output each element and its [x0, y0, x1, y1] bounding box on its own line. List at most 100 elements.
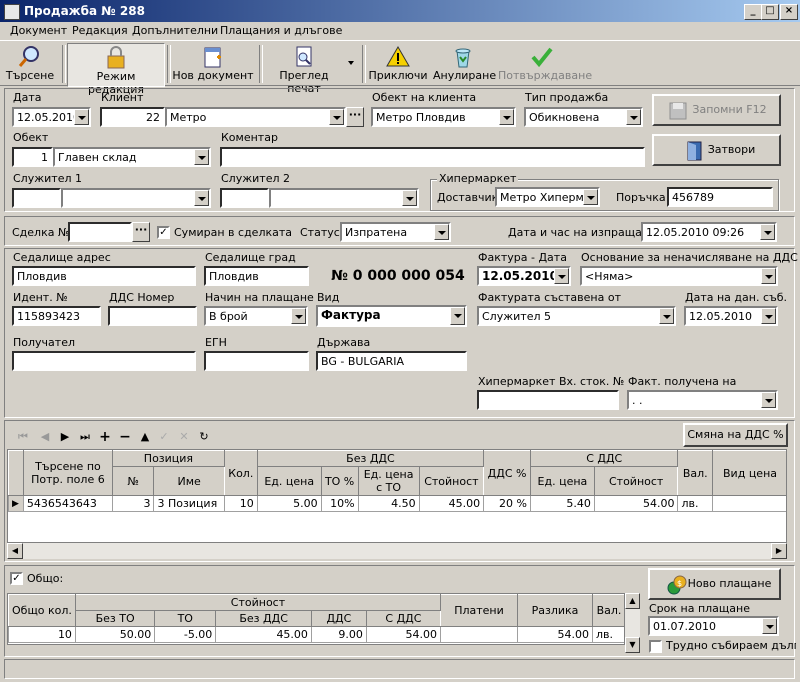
- invoice-date-select[interactable]: 12.05.2010: [477, 266, 571, 286]
- chevron-down-icon[interactable]: [194, 149, 209, 165]
- object-id-input[interactable]: 1: [12, 147, 53, 167]
- deal-input[interactable]: [68, 222, 132, 242]
- employee2-select[interactable]: [269, 188, 419, 208]
- new-payment-button[interactable]: $ Ново плащане: [648, 568, 781, 600]
- col-value[interactable]: Стойност: [418, 466, 485, 496]
- finish-button[interactable]: Приключи: [368, 43, 428, 85]
- col-value2[interactable]: Стойност: [593, 466, 679, 496]
- date-select[interactable]: 12.05.2010: [12, 107, 91, 127]
- col-qty[interactable]: Кол.: [223, 450, 258, 496]
- col-total-vat[interactable]: ДДС: [310, 610, 367, 627]
- col-with-vat[interactable]: С ДДС: [529, 450, 679, 467]
- scroll-down-icon[interactable]: ▼: [625, 637, 640, 653]
- col-unit-price2[interactable]: Ед. цена: [529, 466, 595, 496]
- post-row-icon[interactable]: ✓: [157, 430, 171, 444]
- chevron-down-icon[interactable]: [583, 189, 598, 205]
- cell-code[interactable]: 5436543643: [22, 495, 113, 512]
- new-document-button[interactable]: Нов документ: [172, 43, 254, 85]
- employee1-select[interactable]: [61, 188, 211, 208]
- client-id-input[interactable]: 22: [100, 107, 165, 127]
- cell-name[interactable]: 3 Позиция: [153, 495, 225, 512]
- chevron-down-icon[interactable]: [760, 224, 775, 240]
- cell-to-pct[interactable]: 10%: [320, 495, 359, 512]
- menu-payments[interactable]: Плащания и длъгове: [220, 24, 342, 37]
- col-to[interactable]: ТО: [154, 610, 217, 627]
- delete-row-icon[interactable]: −: [118, 430, 132, 444]
- cell-no[interactable]: 3: [111, 495, 155, 512]
- type-select[interactable]: Фактура: [316, 305, 467, 327]
- payment-select[interactable]: В брой: [204, 306, 308, 326]
- hard-debt-checkbox[interactable]: [649, 640, 662, 653]
- chevron-down-icon[interactable]: [554, 268, 569, 284]
- ident-input[interactable]: 115893423: [12, 306, 101, 326]
- egn-input[interactable]: [204, 351, 309, 371]
- col-total-qty[interactable]: Общо кол.: [8, 594, 76, 627]
- scroll-right-icon[interactable]: ▶: [771, 543, 787, 559]
- chevron-down-icon[interactable]: [194, 190, 209, 206]
- cancel-sale-button[interactable]: Анулиране: [433, 43, 496, 85]
- add-row-icon[interactable]: +: [98, 430, 112, 444]
- search-tool-button[interactable]: Търсене: [4, 43, 56, 85]
- hq-city-input[interactable]: Пловдив: [204, 266, 309, 286]
- cell-value2[interactable]: 54.00: [593, 495, 679, 512]
- cell-price-type[interactable]: [712, 495, 786, 512]
- due-select[interactable]: 01.07.2010: [648, 616, 779, 636]
- cell-unit-price[interactable]: 5.00: [256, 495, 322, 512]
- col-to-pct[interactable]: ТО %: [320, 466, 359, 496]
- first-record-icon[interactable]: ⏮: [16, 430, 30, 444]
- next-record-icon[interactable]: ▶: [58, 430, 72, 444]
- col-total-currency[interactable]: Вал.: [592, 594, 624, 627]
- comment-input[interactable]: [220, 147, 645, 167]
- col-currency[interactable]: Вал.: [677, 450, 714, 496]
- cell-vat-pct[interactable]: 20 %: [483, 495, 531, 512]
- chevron-down-icon[interactable]: [659, 308, 674, 324]
- received-select[interactable]: . .: [627, 390, 778, 410]
- cell-qty[interactable]: 10: [223, 495, 258, 512]
- total-checkbox[interactable]: ✓: [10, 572, 23, 585]
- recipient-input[interactable]: [12, 351, 196, 371]
- refresh-icon[interactable]: ↻: [197, 430, 211, 444]
- chevron-down-icon[interactable]: [761, 308, 776, 324]
- chevron-down-icon[interactable]: [761, 392, 776, 408]
- chevron-down-icon[interactable]: [434, 224, 449, 240]
- print-preview-dropdown[interactable]: [346, 43, 358, 85]
- col-search-pos[interactable]: Търсене по Потр. поле 6: [22, 450, 113, 496]
- status-select[interactable]: Изпратена: [340, 222, 451, 242]
- employee1-id-input[interactable]: [12, 188, 61, 208]
- print-preview-button[interactable]: Преглед печат: [264, 43, 344, 95]
- cell-value[interactable]: 45.00: [418, 495, 485, 512]
- col-position[interactable]: Позиция: [111, 450, 225, 467]
- col-unit-price-to[interactable]: Ед. цена с ТО: [357, 466, 420, 496]
- employee2-id-input[interactable]: [220, 188, 269, 208]
- cancel-row-icon[interactable]: ✕: [177, 430, 191, 444]
- country-input[interactable]: BG - BULGARIA: [316, 351, 467, 371]
- vat-no-input[interactable]: [108, 306, 197, 326]
- col-total-without-vat[interactable]: Без ДДС: [215, 610, 312, 627]
- chevron-down-icon[interactable]: [761, 268, 776, 284]
- composed-by-select[interactable]: Служител 5: [477, 306, 676, 326]
- chevron-down-icon[interactable]: [499, 109, 514, 125]
- chevron-down-icon[interactable]: [450, 307, 465, 325]
- chevron-down-icon[interactable]: [762, 618, 777, 634]
- items-hscrollbar[interactable]: ◀ ▶: [7, 543, 787, 559]
- col-unit-price[interactable]: Ед. цена: [256, 466, 322, 496]
- close-window-button[interactable]: ×: [780, 4, 798, 20]
- col-price-type[interactable]: Вид цена: [712, 450, 786, 496]
- summed-checkbox[interactable]: ✓: [157, 226, 170, 239]
- chevron-down-icon[interactable]: [74, 109, 89, 125]
- edit-mode-button[interactable]: Режим редакция: [67, 43, 165, 96]
- confirm-button[interactable]: Потвърждаване: [498, 43, 592, 85]
- col-no[interactable]: №: [111, 466, 155, 496]
- scroll-left-icon[interactable]: ◀: [7, 543, 23, 559]
- minimize-button[interactable]: _: [744, 4, 762, 20]
- chevron-down-icon[interactable]: [626, 109, 641, 125]
- col-without-to[interactable]: Без ТО: [74, 610, 156, 627]
- col-vat-pct[interactable]: ДДС %: [483, 450, 531, 496]
- deal-browse-button[interactable]: ···: [132, 222, 150, 242]
- hyper-in-input[interactable]: [477, 390, 619, 410]
- col-total-with-vat[interactable]: С ДДС: [365, 610, 442, 627]
- col-total-value[interactable]: Стойност: [74, 594, 442, 611]
- cell-unit-price2[interactable]: 5.40: [529, 495, 595, 512]
- tax-date-select[interactable]: 12.05.2010: [684, 306, 778, 326]
- cell-unit-price-to[interactable]: 4.50: [357, 495, 420, 512]
